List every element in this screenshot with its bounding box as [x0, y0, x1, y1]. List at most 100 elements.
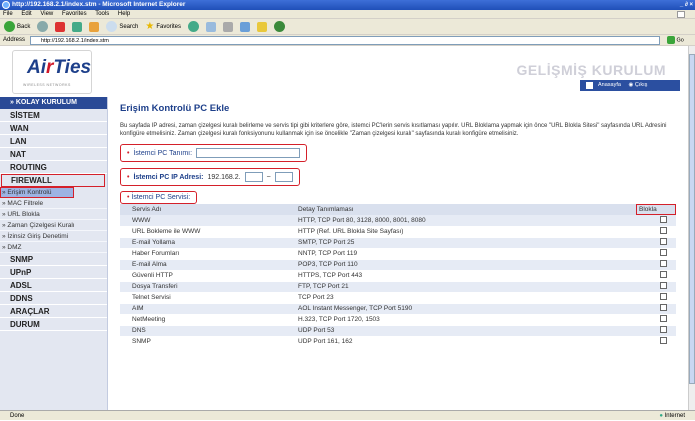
logout-link[interactable]: Çıkış	[635, 82, 648, 88]
block-checkbox[interactable]	[660, 227, 667, 234]
sidebar-item-snmp[interactable]: SNMP	[0, 253, 107, 266]
internet-globe-icon: ●	[659, 413, 663, 419]
sidebar-subitem-mac-filtrele[interactable]: » MAC Filtrele	[0, 198, 107, 209]
sidebar-item-routing[interactable]: ROUTING	[0, 161, 107, 174]
print-button[interactable]	[221, 20, 235, 33]
home-icon	[89, 21, 100, 32]
messenger-icon	[274, 21, 286, 32]
address-label: Address	[3, 37, 26, 43]
edit-button[interactable]	[238, 20, 252, 33]
history-button[interactable]	[186, 20, 201, 33]
discuss-button[interactable]	[255, 20, 269, 33]
sidebar-item-araclar[interactable]: ARAÇLAR	[0, 305, 107, 318]
block-checkbox[interactable]	[660, 249, 667, 256]
block-checkbox[interactable]	[660, 326, 667, 333]
table-row: WWW HTTP, TCP Port 80, 3128, 8000, 8001, …	[120, 215, 676, 227]
table-row: E-mail Yollama SMTP, TCP Port 25	[120, 237, 676, 249]
home-link[interactable]: Anasayfa	[598, 82, 621, 88]
table-row: SNMP UDP Port 161, 162	[120, 336, 676, 348]
ip-range-sep: ~	[266, 173, 271, 181]
back-button[interactable]: Back	[2, 20, 32, 33]
refresh-icon	[72, 21, 83, 32]
bullet-icon: •	[127, 173, 130, 181]
service-table: Servis Adı Detay Tanımlaması Blokla WWW H…	[120, 204, 676, 348]
block-checkbox[interactable]	[660, 238, 667, 245]
sidebar-item-kolay-kurulum[interactable]: » KOLAY KURULUM	[0, 97, 107, 109]
sidebar-subitem-izinsiz-giris[interactable]: » İzinsiz Giriş Denetimi	[0, 231, 107, 242]
pc-service-label-box: • İstemci PC Servisi:	[120, 191, 198, 204]
address-input[interactable]: http://192.168.2.1/index.stm	[30, 36, 660, 45]
sidebar-item-firewall[interactable]: FIREWALL	[1, 174, 105, 187]
word-icon	[240, 21, 251, 32]
scrollbar-thumb[interactable]	[689, 54, 695, 384]
sidebar-item-sistem[interactable]: SİSTEM	[0, 109, 107, 122]
sidebar-item-nat[interactable]: NAT	[0, 148, 107, 161]
pc-name-label: İstemci PC Tanımı:	[133, 149, 193, 157]
sidebar-item-adsl[interactable]: ADSL	[0, 279, 107, 292]
sidebar-subitem-dmz[interactable]: » DMZ	[0, 242, 107, 253]
page-title: Erişim Kontrolü PC Ekle	[120, 103, 230, 114]
bullet-icon: •	[127, 194, 130, 201]
col-detail: Detay Tanımlaması	[286, 204, 636, 215]
go-button[interactable]: Go	[667, 36, 692, 45]
stop-icon	[55, 21, 66, 32]
table-row: URL Bokleme ile WWW HTTP (Ref. URL Blokla…	[120, 226, 676, 238]
menu-file[interactable]: File	[3, 11, 13, 17]
block-checkbox[interactable]	[660, 304, 667, 311]
service-table-header: Servis Adı Detay Tanımlaması Blokla	[120, 204, 676, 215]
airties-logo: AirTies WIRELESS NETWORKS	[12, 50, 92, 94]
bullet-icon: •	[127, 149, 130, 157]
menu-favorites[interactable]: Favorites	[62, 11, 87, 17]
ip-start-input[interactable]	[244, 172, 263, 182]
sidebar-subitem-zaman-cizelgesi[interactable]: » Zaman Çizelgesi Kuralı	[0, 220, 107, 231]
menu-edit[interactable]: Edit	[21, 11, 31, 17]
window-controls[interactable]: _ ∂ ×	[680, 0, 693, 10]
menu-help[interactable]: Help	[118, 11, 130, 17]
browser-toolbar: Back Search ★ Favorites	[0, 19, 695, 35]
ie-icon	[2, 1, 10, 9]
menu-view[interactable]: View	[40, 11, 53, 17]
block-checkbox[interactable]	[660, 315, 667, 322]
mail-button[interactable]	[204, 20, 218, 33]
block-checkbox[interactable]	[660, 215, 667, 223]
sidebar-item-upnp[interactable]: UPnP	[0, 266, 107, 279]
page-description: Bu sayfada IP adresi, zaman çizelgesi ku…	[120, 123, 667, 137]
sidebar-subitem-url-blokla[interactable]: » URL Blokla	[0, 209, 107, 220]
block-checkbox[interactable]	[660, 293, 667, 300]
address-bar: Address http://192.168.2.1/index.stm Go	[0, 35, 695, 46]
refresh-button[interactable]	[70, 20, 84, 33]
favorites-button[interactable]: ★ Favorites	[143, 20, 183, 33]
sidebar-subitem-erisim-kontrolu[interactable]: » Erişim Kontrolü	[0, 187, 74, 198]
menu-tools[interactable]: Tools	[95, 11, 109, 17]
table-row: AIM AOL Instant Messenger, TCP Port 5190	[120, 303, 676, 315]
search-icon	[106, 21, 118, 32]
mail-icon	[206, 21, 217, 32]
forward-button[interactable]	[35, 20, 50, 33]
block-checkbox[interactable]	[660, 337, 667, 344]
star-icon: ★	[145, 21, 155, 32]
logout-icon: ◉	[628, 82, 634, 88]
back-arrow-icon	[4, 21, 15, 32]
page-content: AirTies WIRELESS NETWORKS GELİŞMİŞ KURUL…	[0, 46, 688, 410]
search-button[interactable]: Search	[104, 20, 140, 33]
forward-arrow-icon	[37, 21, 49, 32]
messenger-button[interactable]	[272, 20, 287, 33]
ip-end-input[interactable]	[274, 172, 293, 182]
sidebar-item-durum[interactable]: DURUM	[0, 318, 107, 331]
block-checkbox[interactable]	[660, 282, 667, 289]
page-heading-title: GELİŞMİŞ KURULUM	[516, 62, 666, 78]
table-row: Telnet Servisi TCP Port 23	[120, 292, 676, 304]
stop-button[interactable]	[53, 20, 67, 33]
home-small-icon	[586, 82, 593, 89]
block-checkbox[interactable]	[660, 271, 667, 278]
sidebar-item-lan[interactable]: LAN	[0, 135, 107, 148]
sidebar-item-ddns[interactable]: DDNS	[0, 292, 107, 305]
table-row: DNS UDP Port 53	[120, 325, 676, 337]
status-bar: Done ● Internet	[0, 410, 695, 420]
home-button[interactable]	[87, 20, 101, 33]
pc-name-row: • İstemci PC Tanımı:	[120, 144, 308, 162]
sidebar-item-wan[interactable]: WAN	[0, 122, 107, 135]
vertical-scrollbar[interactable]	[688, 46, 695, 410]
block-checkbox[interactable]	[660, 260, 667, 267]
pc-name-input[interactable]	[196, 148, 301, 158]
